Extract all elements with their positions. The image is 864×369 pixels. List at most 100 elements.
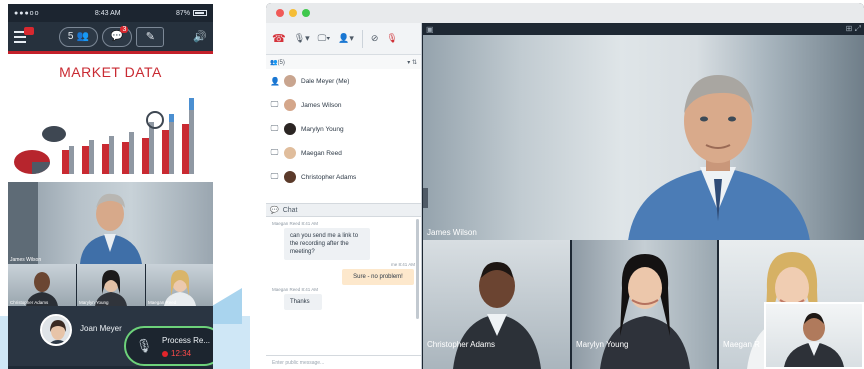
chat-header[interactable]: 💬 Chat [266, 203, 421, 217]
participants-count: (5) [277, 59, 285, 66]
record-label: Process Re... [162, 336, 211, 345]
record-time: 12:34 [171, 349, 192, 358]
audio-menu-button[interactable]: 🎙▾ [294, 33, 310, 44]
video-thumb[interactable]: Marylyn Young [571, 240, 717, 369]
participants-header: 👥(5) ▾ ⇅ [266, 55, 421, 69]
self-view-figure [784, 313, 844, 367]
menu-badge [24, 26, 34, 35]
participant-name: James Wilson [301, 101, 342, 109]
filter-sort-icon[interactable]: ▾ ⇅ [407, 59, 417, 66]
participant-name: Christopher Adams [301, 173, 357, 181]
phone-toolbar: 5 👥 💬 3 ✎ 🔊 [8, 22, 213, 54]
participants-button[interactable]: 5 👥 [58, 26, 98, 47]
participant-avatar [283, 122, 297, 136]
people-icon: 👥 [76, 31, 89, 42]
participant-avatar [283, 98, 297, 112]
ios-status-bar: ●●●oo 8:43 AM 87% [8, 4, 213, 22]
record-timer: 12:34 [162, 349, 191, 358]
chat-badge: 3 [120, 25, 129, 33]
chat-messages: Maegan Reed 8:41 AM can you send me a li… [266, 217, 421, 355]
desktop-window: ☎ 🎙▾ 🖵▾ 👤▾ ⊘ 🎙 👥(5) ▾ ⇅ 👤 Dale Meyer (Me… [266, 3, 864, 369]
market-graphic [14, 98, 194, 174]
sidebar-collapse-handle[interactable] [423, 188, 428, 208]
window-titlebar [266, 3, 864, 23]
menu-icon[interactable] [14, 26, 34, 43]
video-menu-button[interactable]: 🖵▾ [318, 33, 330, 44]
camera-off-icon[interactable]: ⊘ [371, 33, 379, 44]
stage: ●●●oo 8:43 AM 87% 5 👥 💬 3 ✎ 🔊 MARKET DAT… [0, 0, 864, 369]
call-toolbar: ☎ 🎙▾ 🖵▾ 👤▾ ⊘ 🎙 [266, 23, 421, 55]
participant-device-icon: 👤 [270, 76, 280, 86]
caller-name: Joan Meyer [80, 324, 122, 333]
phone-thumb-label: Maegan Reed [148, 300, 177, 305]
end-call-button[interactable]: ☎ [272, 32, 286, 45]
participant-row[interactable]: 🖵 Maegan Reed [266, 141, 421, 165]
message-bubble: Thanks [284, 294, 322, 310]
participant-device-icon: 🖵 [270, 100, 279, 109]
message-meta: Maegan Reed 8:41 AM [272, 287, 319, 292]
minimize-window-button[interactable] [289, 9, 297, 17]
video-topbar: ▣ ⊞ ⤢ [423, 23, 864, 35]
video-thumbnails: Christopher Adams Marylyn Young Maegan R [423, 240, 864, 369]
thumb-label: Maegan R [722, 340, 760, 349]
signal-icon: ●●●oo [14, 9, 40, 17]
caller-avatar [40, 314, 72, 346]
participant-row[interactable]: 🖵 James Wilson [266, 93, 421, 117]
phone-video-label: James Wilson [10, 257, 42, 263]
edit-icon: ✎ [145, 31, 155, 43]
main-video-label: James Wilson [427, 228, 477, 237]
participant-avatar [283, 170, 297, 184]
sidebar: ☎ 🎙▾ 🖵▾ 👤▾ ⊘ 🎙 👥(5) ▾ ⇅ 👤 Dale Meyer (Me… [266, 23, 422, 369]
phone-app: ●●●oo 8:43 AM 87% 5 👥 💬 3 ✎ 🔊 MARKET DAT… [8, 4, 213, 369]
participant-avatar [283, 74, 297, 88]
participant-row[interactable]: 🖵 Christopher Adams [266, 165, 421, 189]
toolbar-divider [361, 29, 363, 48]
layout-icon[interactable]: ⊞ ⤢ [846, 24, 861, 34]
speaker-figure [8, 182, 142, 264]
thumb-label: Marylyn Young [575, 340, 629, 349]
recording-control[interactable]: 🎙 Process Re... 12:34 [124, 326, 213, 366]
participant-device-icon: 🖵 [270, 124, 279, 133]
video-thumb[interactable]: Christopher Adams [423, 240, 570, 369]
shared-content: MARKET DATA [8, 54, 213, 182]
chat-icon: 💬 [270, 207, 279, 214]
chat-button[interactable]: 💬 3 [101, 25, 133, 47]
battery-icon [193, 10, 207, 16]
self-view-video[interactable] [764, 302, 864, 369]
clock: 8:43 AM [94, 9, 121, 17]
chat-scrollbar[interactable] [416, 219, 419, 319]
record-dot-icon [162, 350, 168, 357]
participant-name: Dale Meyer (Me) [301, 77, 350, 85]
participant-name: Marylyn Young [301, 125, 344, 133]
users-menu-button[interactable]: 👤▾ [338, 33, 354, 44]
message-meta: Maegan Reed 8:41 AM [272, 221, 319, 226]
phone-thumb-label: Marylyn Young [79, 300, 109, 305]
phone-thumb-label: Christopher Adams [10, 300, 49, 305]
chat-icon: 💬 [110, 31, 124, 42]
battery-label: 87% [175, 9, 190, 17]
speaker-icon[interactable]: 🔊 [193, 30, 207, 43]
message-bubble-me: Sure - no problem! [342, 269, 414, 285]
participant-name: Maegan Reed [301, 149, 342, 157]
participant-device-icon: 🖵 [270, 148, 279, 157]
phone-main-video: James Wilson [8, 182, 213, 264]
mic-muted-icon[interactable]: 🎙 [386, 33, 397, 44]
close-window-button[interactable] [276, 9, 284, 17]
thumb-label: Christopher Adams [427, 340, 496, 349]
phone-thumbnails: Christopher Adams Marylyn Young Maegan R… [8, 264, 213, 306]
phone-toolbar-buttons: 5 👥 💬 3 ✎ [58, 25, 165, 47]
notes-button[interactable]: ✎ [136, 26, 165, 47]
participant-avatar [283, 146, 297, 160]
phone-thumb[interactable]: Maegan Reed [146, 264, 213, 306]
maximize-window-button[interactable] [302, 9, 310, 17]
mic-off-icon[interactable]: 🎙 [134, 336, 154, 356]
battery: 87% [176, 10, 207, 17]
phone-thumb[interactable]: Marylyn Young [77, 264, 145, 306]
participant-device-icon: 🖵 [270, 172, 279, 181]
chat-input[interactable]: Enter public message... [266, 355, 421, 369]
phone-call-bar: Joan Meyer 🎙 Process Re... 12:34 [8, 306, 213, 366]
participant-row[interactable]: 🖵 Marylyn Young [266, 117, 421, 141]
screenshot-icon[interactable]: ▣ [426, 25, 434, 34]
participant-row[interactable]: 👤 Dale Meyer (Me) [266, 69, 421, 93]
phone-thumb[interactable]: Christopher Adams [8, 264, 76, 306]
